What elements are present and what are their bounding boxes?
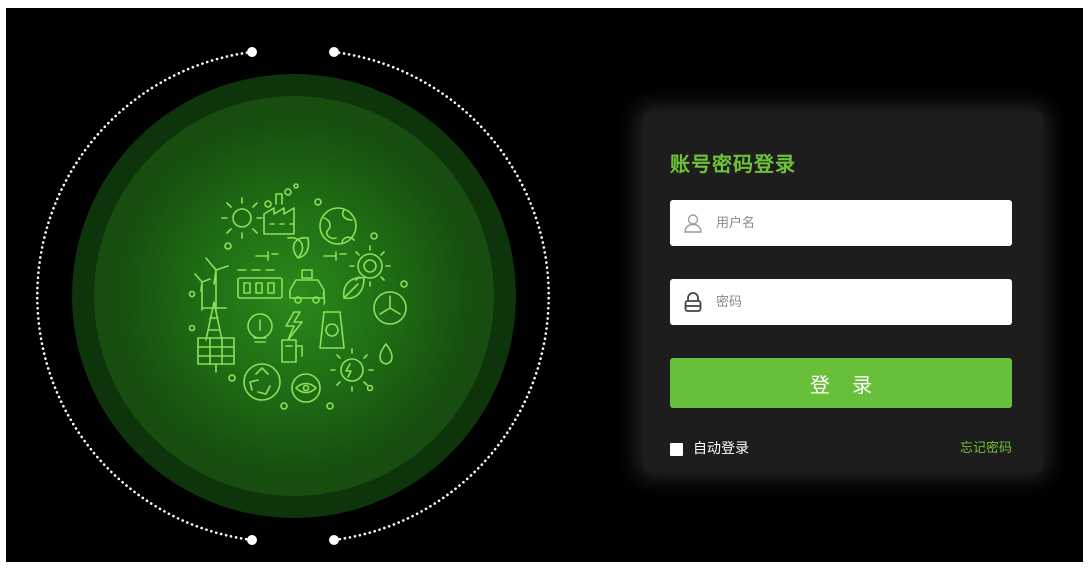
auto-login-toggle[interactable]: 自动登录: [670, 441, 749, 457]
username-field[interactable]: [670, 200, 1012, 246]
orbit-dot-top-left: [247, 47, 257, 57]
auto-login-checkbox[interactable]: [670, 442, 683, 456]
login-panel: 账号密码登录 登 录 自动登录: [643, 112, 1042, 472]
orbit-dot-bottom-left: [247, 535, 257, 545]
lock-icon: [682, 291, 704, 313]
orbit-dot-top-right: [329, 47, 339, 57]
login-page-background: 账号密码登录 登 录 自动登录: [6, 8, 1083, 562]
orbit-dot-bottom-right: [329, 535, 339, 545]
green-circle-inner: [114, 116, 474, 476]
auto-login-label: 自动登录: [693, 441, 749, 457]
forgot-password-link[interactable]: 忘记密码: [960, 441, 1012, 457]
user-icon: [682, 212, 704, 234]
green-energy-illustration: [36, 47, 550, 545]
username-input[interactable]: [716, 208, 996, 238]
login-title: 账号密码登录: [670, 152, 796, 176]
password-input[interactable]: [716, 287, 996, 317]
login-button[interactable]: 登 录: [670, 358, 1012, 408]
password-field[interactable]: [670, 279, 1012, 325]
